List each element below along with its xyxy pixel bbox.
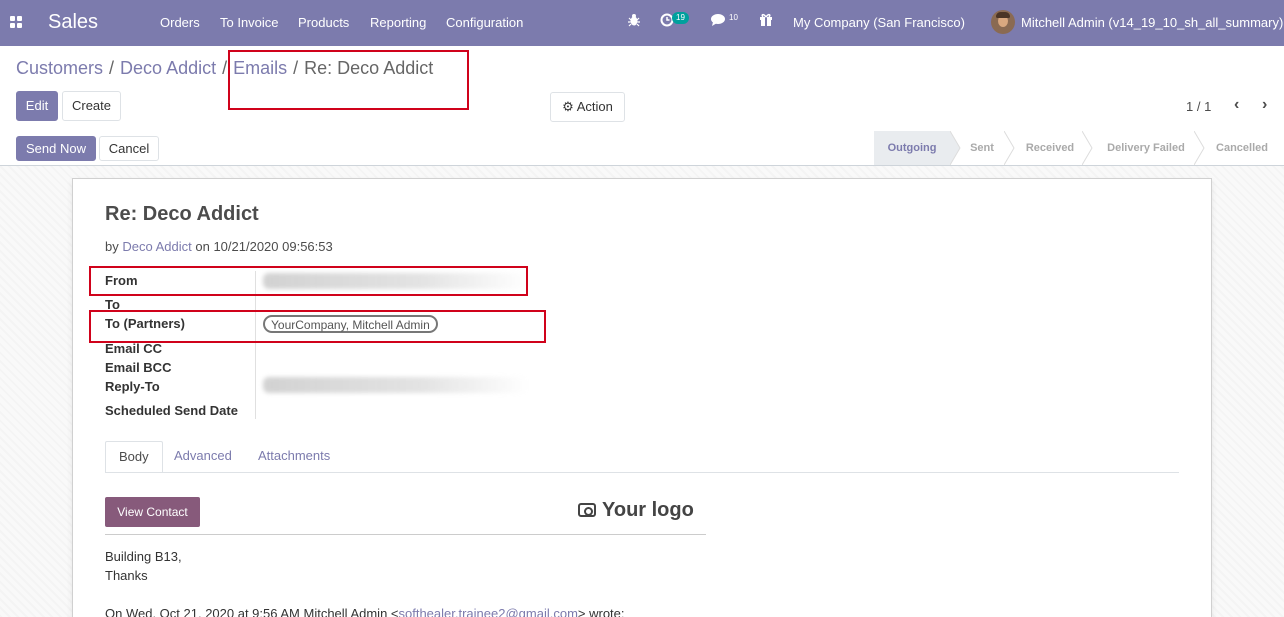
tab-advanced[interactable]: Advanced — [161, 441, 245, 473]
camera-icon — [578, 503, 596, 517]
highlight-box — [228, 50, 469, 110]
breadcrumb-customers[interactable]: Customers — [16, 58, 103, 78]
mail-subject: Re: Deco Addict — [105, 203, 259, 225]
breadcrumb-separator: / — [109, 58, 115, 78]
activity-badge: 19 — [672, 12, 689, 24]
body-line: Thanks — [105, 568, 148, 583]
menu-to-invoice[interactable]: To Invoice — [220, 15, 279, 30]
chevron-left-icon[interactable]: ‹ — [1234, 96, 1239, 114]
view-contact-button[interactable]: View Contact — [105, 497, 200, 527]
pager-value[interactable]: 1 / 1 — [1186, 99, 1211, 114]
send-now-button[interactable]: Send Now — [16, 136, 96, 161]
quote-email-link[interactable]: softhealer.trainee2@gmail.com — [399, 606, 578, 617]
byline-prefix: by — [105, 239, 119, 254]
menu-reporting[interactable]: Reporting — [370, 15, 426, 30]
user-menu[interactable]: Mitchell Admin (v14_19_10_sh_all_summary… — [1021, 15, 1283, 30]
chat-icon[interactable] — [710, 13, 726, 30]
email-cc-label: Email CC — [105, 341, 163, 356]
breadcrumb-separator: / — [222, 58, 228, 78]
bug-icon[interactable] — [628, 13, 640, 30]
quote-suffix: > wrote: — [577, 606, 625, 617]
stage-sent[interactable]: Sent — [960, 131, 1004, 165]
create-button[interactable]: Create — [62, 91, 121, 121]
edit-button[interactable]: Edit — [16, 91, 58, 121]
form-sheet: Re: Deco Addict by Deco Addict on 10/21/… — [72, 178, 1212, 617]
highlight-box — [89, 310, 546, 343]
company-logo: Your logo — [578, 499, 694, 522]
stage-arrow — [1082, 131, 1093, 165]
logo-divider — [105, 534, 706, 535]
company-switcher[interactable]: My Company (San Francisco) — [793, 15, 965, 30]
gear-icon: ⚙ — [562, 99, 574, 114]
top-navbar: Sales Orders To Invoice Products Reporti… — [0, 0, 1284, 46]
action-button[interactable]: ⚙ Action — [550, 92, 625, 122]
menu-orders[interactable]: Orders — [160, 15, 200, 30]
reply-to-value-redacted — [263, 377, 528, 393]
gift-icon[interactable] — [759, 13, 773, 30]
mail-byline: by Deco Addict on 10/21/2020 09:56:53 — [105, 239, 333, 254]
chevron-right-icon[interactable]: › — [1262, 96, 1267, 114]
action-label: Action — [576, 99, 613, 114]
breadcrumb-deco-addict[interactable]: Deco Addict — [120, 58, 216, 78]
highlight-box — [89, 266, 528, 296]
app-title[interactable]: Sales — [48, 11, 98, 34]
menu-products[interactable]: Products — [298, 15, 349, 30]
author-link[interactable]: Deco Addict — [122, 239, 191, 254]
quote-header: On Wed, Oct 21, 2020 at 9:56 AM Mitchell… — [105, 606, 625, 617]
stage-arrow — [1194, 131, 1205, 165]
tabs-divider — [105, 472, 1179, 473]
scheduled-date-label: Scheduled Send Date — [105, 403, 238, 418]
message-count: 10 — [729, 13, 738, 22]
logo-text: Your logo — [602, 499, 694, 521]
byline-on: on — [195, 239, 210, 254]
reply-to-label: Reply-To — [105, 379, 160, 394]
body-line: Building B13, — [105, 549, 182, 564]
status-bar: Send Now Cancel Outgoing Sent Received D… — [0, 131, 1284, 166]
tab-attachments[interactable]: Attachments — [245, 441, 343, 473]
email-bcc-label: Email BCC — [105, 360, 172, 375]
cancel-button[interactable]: Cancel — [99, 136, 159, 161]
mail-date: 10/21/2020 09:56:53 — [213, 239, 333, 254]
stage-received[interactable]: Received — [1016, 131, 1084, 165]
menu-configuration[interactable]: Configuration — [446, 15, 523, 30]
stage-delivery-failed[interactable]: Delivery Failed — [1096, 131, 1196, 165]
tab-body[interactable]: Body — [105, 441, 163, 473]
quote-prefix: On Wed, Oct 21, 2020 at 9:56 AM Mitchell… — [105, 606, 399, 617]
apps-menu-icon[interactable] — [10, 16, 23, 29]
stage-arrow — [1004, 131, 1015, 165]
avatar[interactable] — [991, 10, 1015, 34]
stage-outgoing[interactable]: Outgoing — [874, 131, 950, 165]
stage-cancelled[interactable]: Cancelled — [1208, 131, 1276, 165]
